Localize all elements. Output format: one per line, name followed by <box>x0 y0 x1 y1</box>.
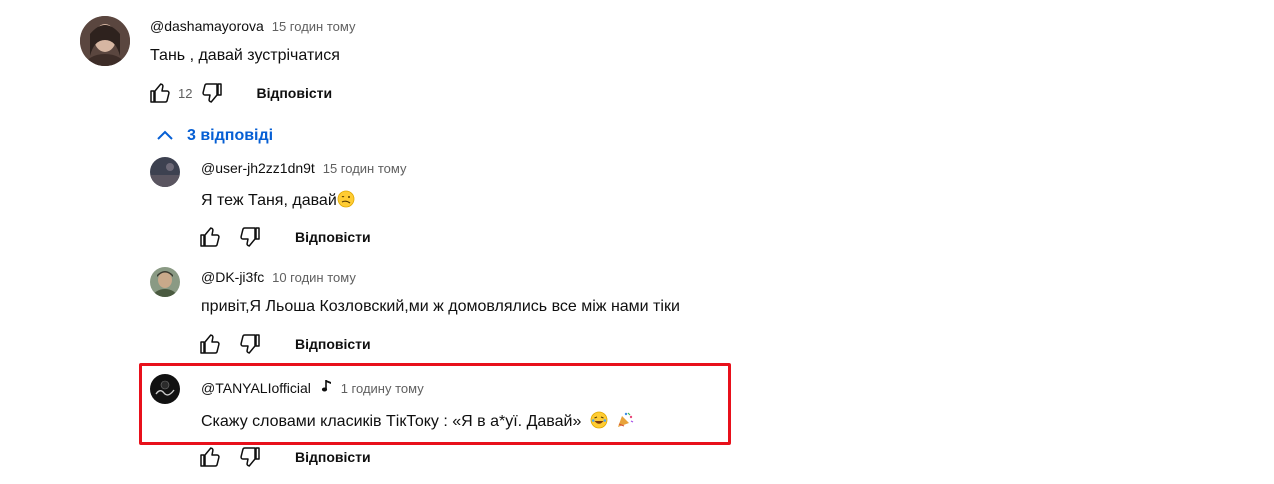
dislike-button[interactable] <box>236 223 264 251</box>
highlight-box <box>139 363 731 445</box>
author-name[interactable]: @DK-ji3fc <box>201 269 264 285</box>
comment-text-body: Скажу словами класиків ТікТоку : «Я в а*… <box>201 413 582 430</box>
comment-actions: Відповісти <box>196 443 371 471</box>
replies-toggle-label: 3 відповіді <box>187 127 274 144</box>
comment-text: Я теж Таня, давай <box>201 190 355 210</box>
comment-text: Скажу словами класиків ТікТоку : «Я в а*… <box>201 411 634 431</box>
comment-actions: 12 Відповісти <box>146 79 332 107</box>
party-popper-emoji-icon <box>618 412 634 427</box>
avatar-image <box>150 267 180 297</box>
thumbs-up-icon <box>150 83 170 103</box>
comment-text: привіт,Я Льоша Козловский,ми ж домовляли… <box>201 298 680 315</box>
replies-toggle[interactable]: 3 відповіді <box>155 126 273 146</box>
laughing-tears-emoji-icon <box>590 411 608 429</box>
avatar[interactable] <box>150 157 180 187</box>
woozy-face-emoji-icon <box>337 190 355 208</box>
like-button[interactable] <box>146 79 174 107</box>
avatar-image <box>80 16 130 66</box>
author-name[interactable]: @dashamayorova <box>150 18 264 34</box>
comment-header: @dashamayorova 15 годин тому <box>150 18 355 34</box>
thumbs-down-icon <box>240 447 260 467</box>
avatar[interactable] <box>150 267 180 297</box>
like-button[interactable] <box>196 223 224 251</box>
reply-button[interactable]: Відповісти <box>295 229 371 245</box>
author-name[interactable]: @user-jh2zz1dn9t <box>201 160 315 176</box>
author-name[interactable]: @TANYALIofficial <box>201 380 311 396</box>
comment-header: @user-jh2zz1dn9t 15 годин тому <box>201 160 406 176</box>
comment-text-body: Я теж Таня, давай <box>201 192 337 209</box>
timestamp[interactable]: 15 годин тому <box>272 19 356 34</box>
reply-button[interactable]: Відповісти <box>295 449 371 465</box>
dislike-button[interactable] <box>236 443 264 471</box>
dislike-button[interactable] <box>236 330 264 358</box>
reply-button[interactable]: Відповісти <box>295 336 371 352</box>
comment-header: @TANYALIofficial 1 годину тому <box>201 379 424 396</box>
chevron-up-icon <box>157 130 173 140</box>
avatar-image <box>150 157 180 187</box>
comment-actions: Відповісти <box>196 223 371 251</box>
like-button[interactable] <box>196 443 224 471</box>
avatar[interactable] <box>80 16 130 66</box>
timestamp[interactable]: 10 годин тому <box>272 270 356 285</box>
reply-button[interactable]: Відповісти <box>256 85 332 101</box>
comment-actions: Відповісти <box>196 330 371 358</box>
dislike-button[interactable] <box>198 79 226 107</box>
comment-text: Тань , давай зустрічатися <box>150 47 340 64</box>
avatar[interactable] <box>150 374 180 404</box>
music-note-icon <box>321 380 331 392</box>
like-count: 12 <box>178 85 193 101</box>
thumbs-down-icon <box>240 334 260 354</box>
timestamp[interactable]: 1 годину тому <box>341 381 424 396</box>
thumbs-up-icon <box>200 227 220 247</box>
thumbs-down-icon <box>240 227 260 247</box>
thumbs-up-icon <box>200 334 220 354</box>
thumbs-down-icon <box>202 83 223 103</box>
avatar-image <box>150 374 180 404</box>
timestamp[interactable]: 15 годин тому <box>323 161 407 176</box>
thumbs-up-icon <box>200 447 220 467</box>
comment-header: @DK-ji3fc 10 годин тому <box>201 269 356 285</box>
like-button[interactable] <box>196 330 224 358</box>
